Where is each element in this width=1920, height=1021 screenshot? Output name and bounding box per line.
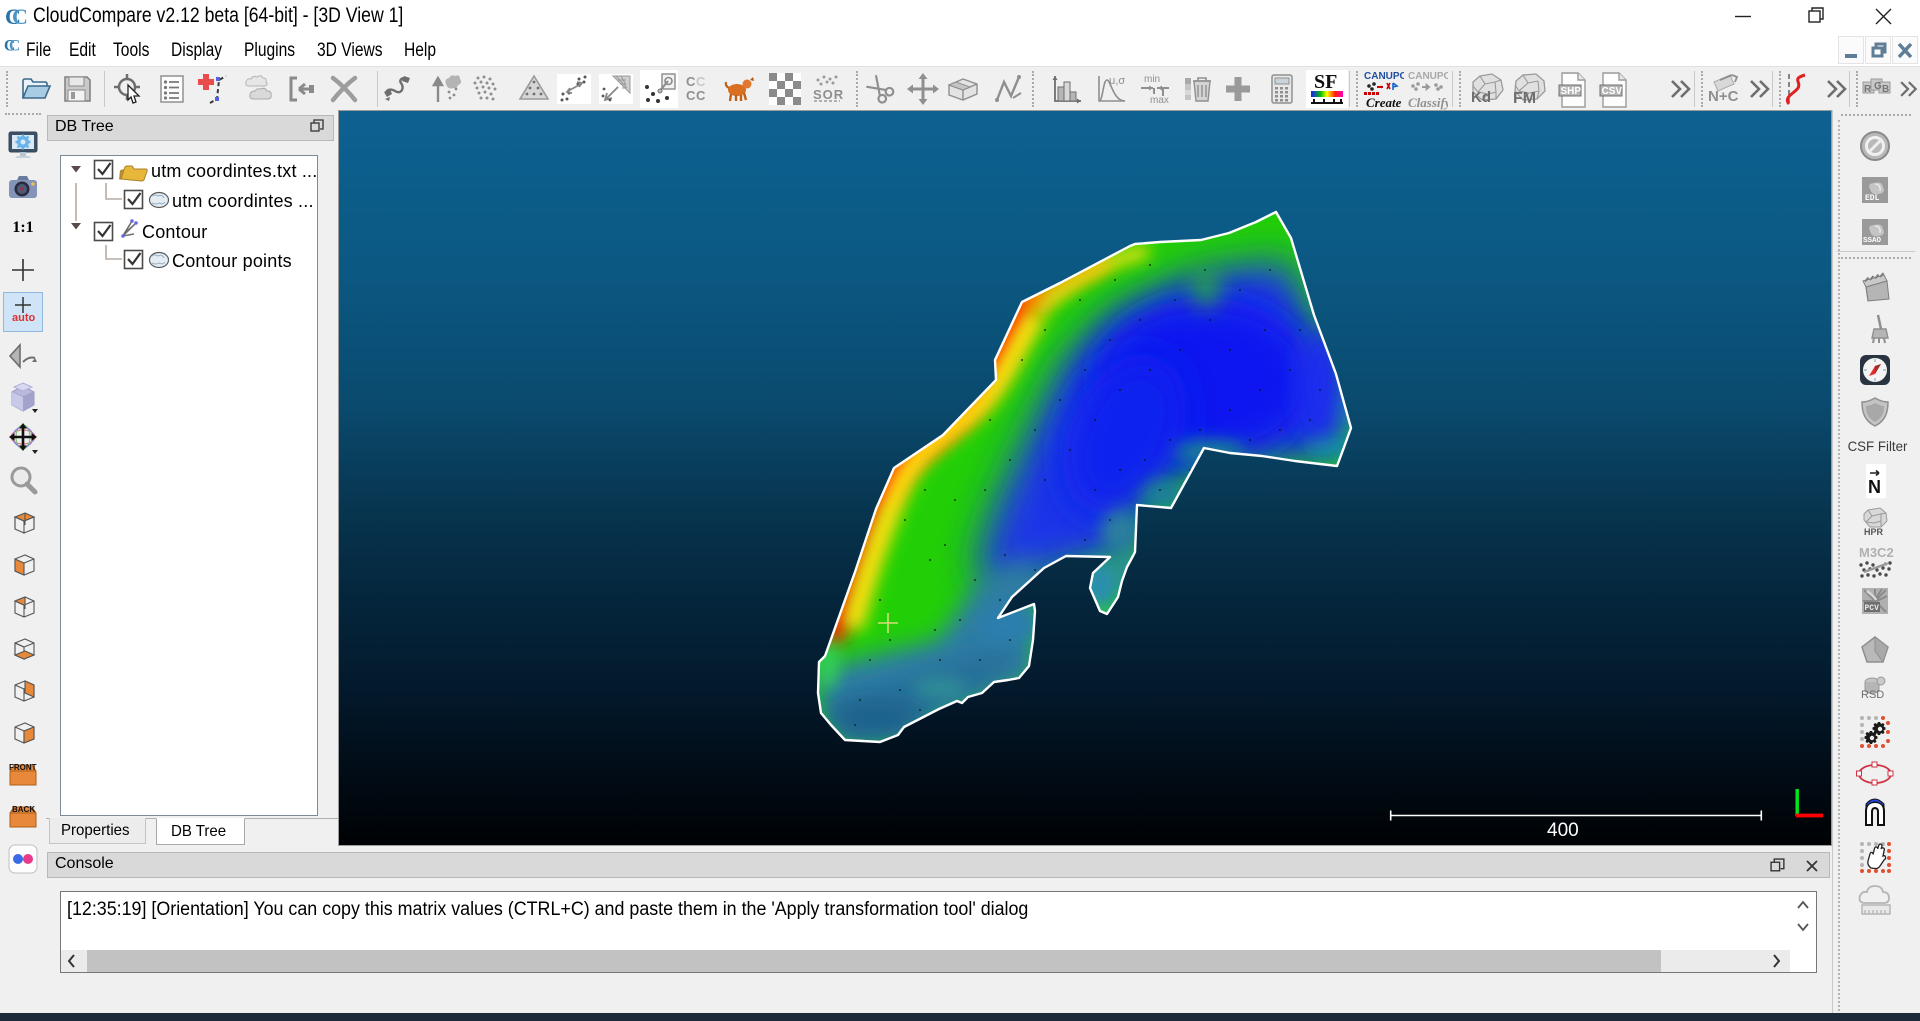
svg-text:G: G bbox=[1874, 81, 1882, 92]
svg-text:RSD: RSD bbox=[1861, 689, 1884, 701]
svg-text:μ,σ: μ,σ bbox=[1109, 75, 1125, 87]
svg-text:utm coordintes.txt ...: utm coordintes.txt ... bbox=[151, 161, 317, 181]
svg-text:C: C bbox=[696, 88, 706, 103]
svg-text:C: C bbox=[686, 74, 696, 89]
svg-text:PCV: PCV bbox=[1865, 604, 1880, 613]
svg-text:R: R bbox=[1864, 84, 1872, 95]
svg-text:SOR: SOR bbox=[813, 87, 844, 102]
svg-text:max: max bbox=[1150, 95, 1169, 106]
svg-text:SF: SF bbox=[1314, 71, 1337, 93]
svg-text:min: min bbox=[1144, 74, 1160, 85]
svg-text:C: C bbox=[696, 74, 706, 89]
svg-text:Contour: Contour bbox=[142, 222, 207, 242]
svg-text:C: C bbox=[9, 37, 20, 54]
svg-text:N: N bbox=[1868, 477, 1881, 497]
svg-text:CANUPO: CANUPO bbox=[1408, 71, 1448, 82]
svg-text:SSAO: SSAO bbox=[1863, 237, 1882, 245]
svg-text:CANUPO: CANUPO bbox=[1364, 71, 1404, 82]
svg-text:SHP: SHP bbox=[1561, 86, 1582, 97]
svg-text:FRONT: FRONT bbox=[9, 763, 37, 772]
svg-text:N+C: N+C bbox=[1708, 88, 1739, 105]
svg-text:EDL: EDL bbox=[1865, 194, 1880, 203]
svg-text:FM: FM bbox=[1513, 90, 1536, 106]
svg-text:B: B bbox=[1882, 84, 1889, 95]
svg-text:BACK: BACK bbox=[12, 805, 35, 814]
svg-text:utm coordintes ...: utm coordintes ... bbox=[172, 191, 314, 211]
svg-text:Classify: Classify bbox=[1408, 95, 1448, 110]
svg-text:Create: Create bbox=[1366, 95, 1402, 110]
svg-text:M3C2: M3C2 bbox=[1859, 545, 1894, 560]
svg-text:400: 400 bbox=[1547, 820, 1579, 841]
svg-text:Contour points: Contour points bbox=[172, 251, 292, 271]
svg-text:HPR: HPR bbox=[1864, 527, 1884, 537]
svg-text:auto: auto bbox=[12, 312, 36, 324]
svg-text:C: C bbox=[686, 88, 696, 103]
svg-text:Kd: Kd bbox=[1471, 89, 1491, 106]
svg-text:CSV: CSV bbox=[1602, 86, 1623, 97]
svg-text:C: C bbox=[12, 5, 28, 29]
